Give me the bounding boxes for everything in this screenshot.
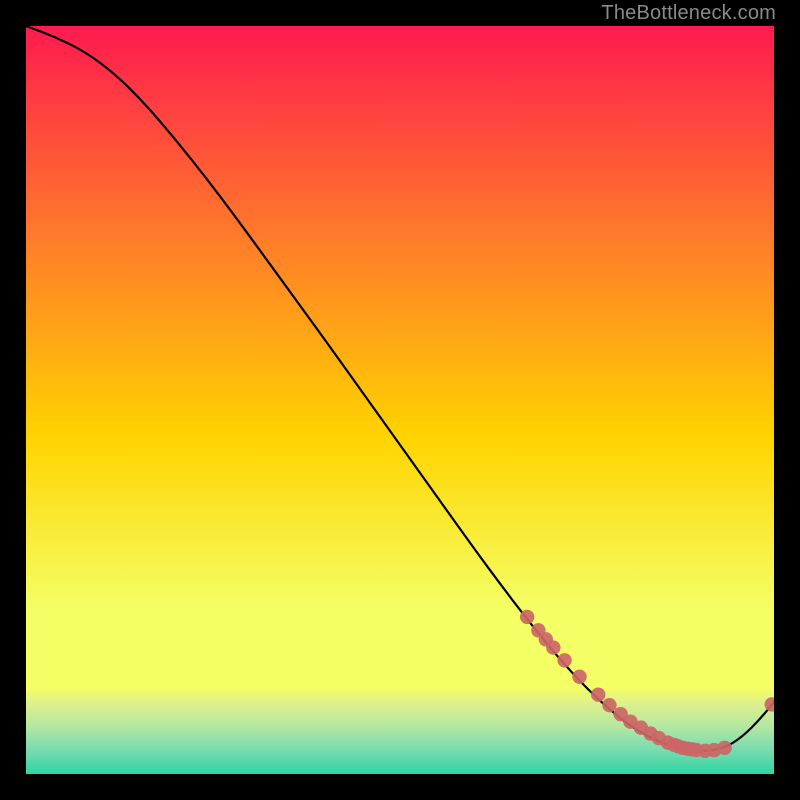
watermark-text: TheBottleneck.com <box>601 2 776 25</box>
data-point <box>546 640 560 654</box>
gradient-background <box>26 26 774 774</box>
data-point <box>591 688 605 702</box>
chart-svg <box>26 26 774 774</box>
chart-container: TheBottleneck.com <box>0 0 800 800</box>
plot-area <box>24 24 776 776</box>
data-point <box>520 610 534 624</box>
data-point <box>602 698 616 712</box>
data-point <box>557 653 571 667</box>
data-point <box>572 670 586 684</box>
data-point <box>717 741 731 755</box>
